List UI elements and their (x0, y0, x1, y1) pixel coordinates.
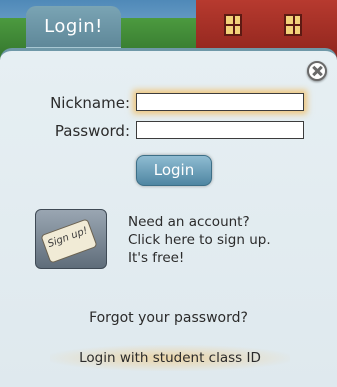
signup-link[interactable]: Need an account? Click here to sign up. … (128, 213, 328, 267)
close-icon[interactable] (307, 61, 327, 81)
signup-line-1: Need an account? (128, 214, 250, 230)
login-button[interactable]: Login (136, 155, 212, 186)
house-window (224, 14, 242, 36)
signup-key-text: Sign up! (46, 225, 90, 251)
student-login-link[interactable]: Login with student class ID (50, 345, 290, 371)
password-input[interactable] (136, 121, 304, 139)
forgot-password-link[interactable]: Forgot your password? (0, 310, 337, 326)
login-tab[interactable]: Login! (26, 6, 121, 48)
login-panel: Nickname: Password: Login Sign up! Need … (0, 48, 337, 387)
signup-line-2: Click here to sign up. (128, 232, 271, 248)
nickname-input[interactable] (136, 93, 304, 111)
login-button-label: Login (153, 161, 195, 179)
password-label: Password: (54, 122, 130, 140)
house-window (284, 14, 302, 36)
signup-line-3: It's free! (128, 250, 185, 266)
login-tab-label: Login! (44, 16, 103, 37)
signup-image[interactable]: Sign up! (35, 209, 107, 269)
keyboard-key-icon: Sign up! (40, 218, 98, 264)
nickname-label: Nickname: (50, 94, 130, 112)
